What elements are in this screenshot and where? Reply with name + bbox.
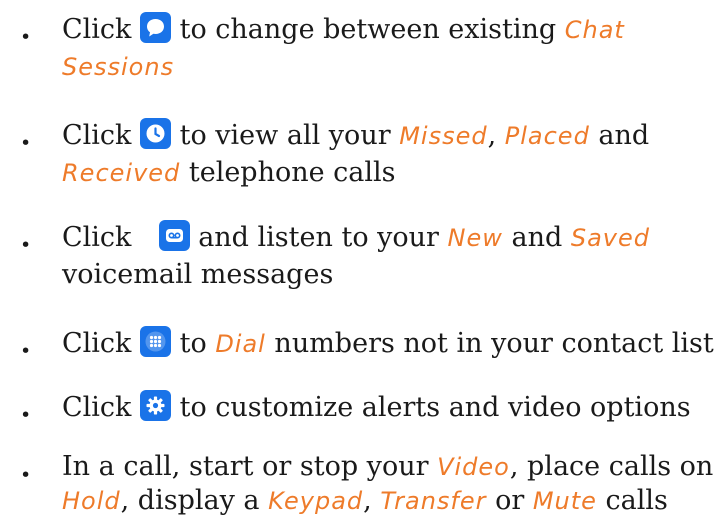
highlight-term: Keypad <box>268 487 364 515</box>
item-text: to change between existing <box>179 14 565 45</box>
bullet: • <box>20 404 32 426</box>
highlight-term: Missed <box>399 122 488 150</box>
bullet: • <box>20 464 32 486</box>
dialpad-icon[interactable] <box>140 326 172 357</box>
item-text: , place calls on <box>509 451 714 482</box>
item-text: Click <box>62 120 132 151</box>
list-item-line: Click to Dial numbers not in your contac… <box>62 326 714 361</box>
highlight-term: Sessions <box>62 53 175 81</box>
gear-icon[interactable] <box>140 390 172 421</box>
item-text: calls <box>596 485 668 516</box>
list-item-line: Sessions <box>62 50 174 84</box>
item-text: Click <box>62 14 132 45</box>
item-text: or <box>486 485 533 516</box>
item-text: Click <box>62 328 132 359</box>
highlight-term: Transfer <box>380 487 487 515</box>
item-text: to <box>179 328 216 359</box>
highlight-term: New <box>447 224 503 252</box>
list-item-line: In a call, start or stop your Video, pla… <box>62 450 713 484</box>
bullet: • <box>20 132 32 154</box>
item-text: to customize alerts and video options <box>179 392 691 423</box>
item-text: and listen to your <box>198 222 448 253</box>
item-text: , display a <box>120 485 269 516</box>
list-item-line: voicemail messages <box>62 258 333 292</box>
chat-bubble-icon[interactable] <box>140 12 172 43</box>
item-text: In a call, start or stop your <box>62 451 438 482</box>
highlight-term: Mute <box>532 487 597 515</box>
list-item-line: Click to customize alerts and video opti… <box>62 390 691 425</box>
item-text: , <box>363 485 381 516</box>
highlight-term: Dial <box>215 330 266 358</box>
highlight-term: Received <box>62 159 181 187</box>
highlight-term: Chat <box>564 16 625 44</box>
item-text: , <box>487 120 505 151</box>
clock-icon[interactable] <box>140 118 172 149</box>
bullet: • <box>20 26 32 48</box>
item-text: Click <box>62 222 140 253</box>
highlight-term: Placed <box>504 122 590 150</box>
item-text: voicemail messages <box>62 259 334 290</box>
item-text: Click <box>62 392 132 423</box>
list-item-line: Received telephone calls <box>62 156 396 190</box>
item-text: numbers not in your contact list <box>265 328 714 359</box>
bullet: • <box>20 234 32 256</box>
list-item-line: Click to change between existing Chat <box>62 12 625 47</box>
item-text: and <box>589 120 650 151</box>
highlight-term: Hold <box>62 487 121 515</box>
item-text: to view all your <box>179 120 400 151</box>
bullet: • <box>20 340 32 362</box>
item-text: and <box>502 222 571 253</box>
voicemail-icon[interactable] <box>158 220 190 251</box>
list-item-line: Click to view all your Missed, Placed an… <box>62 118 649 153</box>
list-item-line: Click and listen to your New and Saved <box>62 220 650 255</box>
highlight-term: Saved <box>570 224 650 252</box>
item-text: telephone calls <box>180 157 396 188</box>
list-item-line: Hold, display a Keypad, Transfer or Mute… <box>62 484 668 518</box>
highlight-term: Video <box>437 453 510 481</box>
